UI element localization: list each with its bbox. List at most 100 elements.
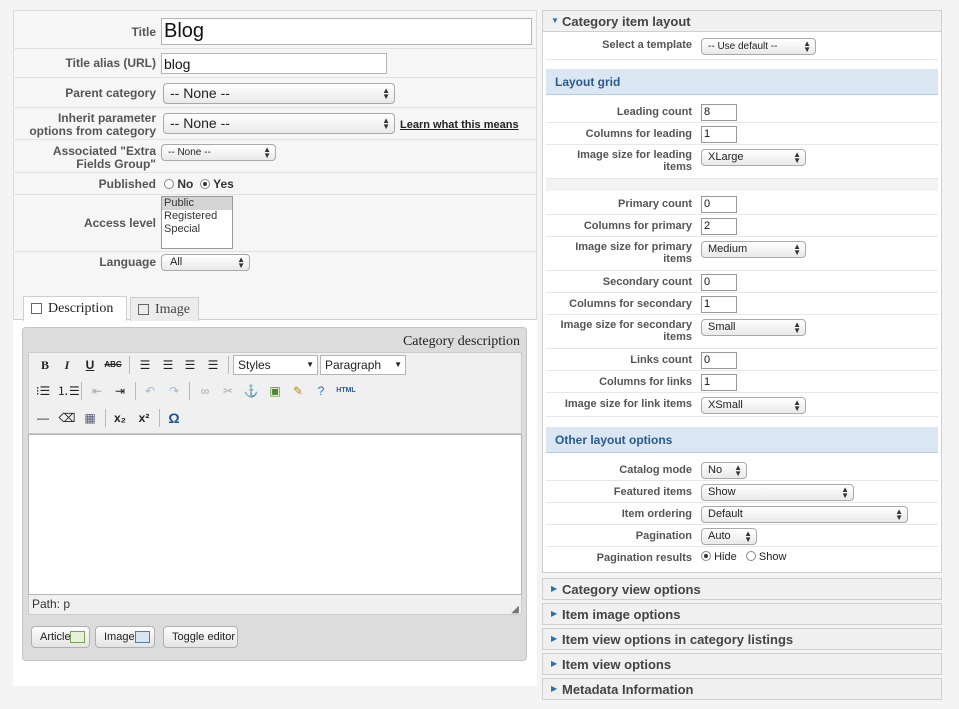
links-count-input[interactable]: 0	[701, 352, 737, 369]
strikethrough-icon[interactable]: ABC	[103, 355, 123, 375]
dropdown-arrow-icon: ▼	[306, 360, 314, 369]
image-primary-select[interactable]: Medium ▲ ▼	[701, 241, 806, 258]
leading-count-input[interactable]: 8	[701, 104, 737, 121]
published-yes-radio[interactable]	[200, 179, 211, 189]
editor-toolbar: B I U ABC ☰ ☰ ☰ ☰ Styles ▼ Paragraph ▼ ⁝☰ …	[28, 352, 522, 434]
justify-icon[interactable]: ☰	[203, 355, 223, 375]
table-icon[interactable]: ▦	[80, 408, 100, 428]
image-leading-select[interactable]: XLarge ▲ ▼	[701, 149, 806, 166]
accordion-item-view-category[interactable]: ▶ Item view options in category listings	[542, 628, 942, 650]
language-row: Language All ▲ ▼	[13, 252, 537, 274]
columns-secondary-input[interactable]: 1	[701, 296, 737, 313]
select-arrows-icon: ▲ ▼	[793, 397, 801, 413]
select-arrows-icon: ▲ ▼	[841, 484, 849, 500]
outdent-icon[interactable]: ⇤	[87, 381, 107, 401]
tab-description[interactable]: Description	[23, 296, 127, 321]
editor-content-area[interactable]	[28, 434, 522, 595]
accordion-category-item-layout[interactable]: ▼ Category item layout	[542, 10, 942, 32]
section-other-layout-options: Other layout options	[546, 427, 938, 453]
columns-links-input[interactable]: 1	[701, 374, 737, 391]
align-right-icon[interactable]: ☰	[180, 355, 200, 375]
language-select[interactable]: All ▲ ▼	[161, 254, 250, 271]
image-secondary-select[interactable]: Small ▲ ▼	[701, 319, 806, 336]
pencil-icon	[31, 303, 42, 314]
alias-input[interactable]	[161, 53, 387, 74]
pagination-select[interactable]: Auto ▲ ▼	[701, 528, 757, 545]
help-icon[interactable]: ?	[311, 381, 331, 401]
primary-count-input[interactable]: 0	[701, 196, 737, 213]
horizontal-rule-icon[interactable]: —	[33, 408, 53, 428]
triangle-right-icon: ▶	[551, 634, 558, 643]
unlink-icon[interactable]: ✂	[218, 381, 238, 401]
undo-icon[interactable]: ↶	[140, 381, 160, 401]
image-links-row: Image size for link items XSmall ▲ ▼	[546, 393, 938, 417]
featured-items-select[interactable]: Show ▲ ▼	[701, 484, 854, 501]
html-icon[interactable]: HTML	[333, 381, 359, 401]
italic-icon[interactable]: I	[57, 355, 77, 375]
access-option-special[interactable]: Special	[162, 223, 232, 236]
insert-image-icon[interactable]: ▣	[265, 381, 285, 401]
columns-secondary-row: Columns for secondary 1	[546, 293, 938, 315]
extra-fields-select[interactable]: -- None -- ▲ ▼	[161, 144, 276, 161]
link-icon[interactable]: ∞	[195, 381, 215, 401]
indent-icon[interactable]: ⇥	[110, 381, 130, 401]
parent-category-select[interactable]: -- None -- ▲ ▼	[163, 83, 395, 104]
access-row: Access level	[13, 195, 537, 252]
accordion-category-view-options[interactable]: ▶ Category view options	[542, 578, 942, 600]
template-select[interactable]: -- Use default -- ▲ ▼	[701, 38, 816, 55]
select-arrows-icon: ▲ ▼	[793, 319, 801, 335]
alias-label: Title alias (URL)	[65, 56, 156, 70]
cleanup-icon[interactable]: ✎	[288, 381, 308, 401]
language-label: Language	[99, 255, 156, 269]
columns-primary-input[interactable]: 2	[701, 218, 737, 235]
resize-handle-icon[interactable]: ◢	[511, 604, 519, 615]
subscript-icon[interactable]: x₂	[110, 408, 130, 428]
published-no-radio[interactable]	[164, 179, 174, 189]
anchor-icon[interactable]: ⚓	[241, 381, 261, 401]
picture-icon	[135, 631, 150, 643]
image-button[interactable]: Image	[95, 626, 155, 648]
catalog-mode-select[interactable]: No ▲ ▼	[701, 462, 747, 479]
image-links-select[interactable]: XSmall ▲ ▼	[701, 397, 806, 414]
superscript-icon[interactable]: x²	[134, 408, 154, 428]
styles-select[interactable]: Styles ▼	[233, 355, 318, 375]
image-leading-row: Image size for leading items XLarge ▲ ▼	[546, 145, 938, 179]
redo-icon[interactable]: ↷	[164, 381, 184, 401]
columns-leading-input[interactable]: 1	[701, 126, 737, 143]
triangle-right-icon: ▶	[551, 609, 558, 618]
select-arrows-icon: ▲ ▼	[734, 462, 742, 478]
item-ordering-select[interactable]: Default ▲ ▼	[701, 506, 908, 523]
tab-image[interactable]: Image	[130, 297, 199, 321]
secondary-count-input[interactable]: 0	[701, 274, 737, 291]
access-option-registered[interactable]: Registered	[162, 210, 232, 223]
numbered-list-icon[interactable]: ⒈☰	[57, 381, 80, 401]
inherit-select[interactable]: -- None -- ▲ ▼	[163, 113, 395, 134]
accordion-item-view-options[interactable]: ▶ Item view options	[542, 653, 942, 675]
links-count-row: Links count 0	[546, 349, 938, 371]
editor-path: Path: p	[28, 595, 522, 615]
select-arrows-icon: ▲ ▼	[382, 115, 390, 131]
triangle-right-icon: ▶	[551, 659, 558, 668]
access-option-public[interactable]: Public	[162, 197, 232, 210]
underline-icon[interactable]: U	[80, 355, 100, 375]
bullet-list-icon[interactable]: ⁝☰	[33, 381, 53, 401]
format-select[interactable]: Paragraph ▼	[320, 355, 406, 375]
pagination-show-radio[interactable]	[745, 551, 756, 561]
pagination-row: Pagination Auto ▲ ▼	[546, 525, 938, 547]
align-left-icon[interactable]: ☰	[135, 355, 155, 375]
learn-link[interactable]: Learn what this means	[400, 119, 519, 131]
image-icon	[138, 304, 149, 315]
title-input[interactable]	[161, 18, 532, 45]
bold-icon[interactable]: B	[35, 355, 55, 375]
pagination-hide-radio[interactable]	[701, 551, 711, 561]
access-level-list[interactable]: Public Registered Special	[161, 196, 233, 249]
article-button[interactable]: Article	[31, 626, 90, 648]
inherit-label: Inherit parameter options from category	[29, 111, 156, 138]
align-center-icon[interactable]: ☰	[158, 355, 178, 375]
toggle-editor-button[interactable]: Toggle editor	[163, 626, 238, 648]
eraser-icon[interactable]: ⌫	[57, 408, 77, 428]
accordion-metadata[interactable]: ▶ Metadata Information	[542, 678, 942, 700]
select-arrows-icon: ▲ ▼	[793, 241, 801, 257]
accordion-item-image-options[interactable]: ▶ Item image options	[542, 603, 942, 625]
special-char-icon[interactable]: Ω	[164, 408, 184, 428]
